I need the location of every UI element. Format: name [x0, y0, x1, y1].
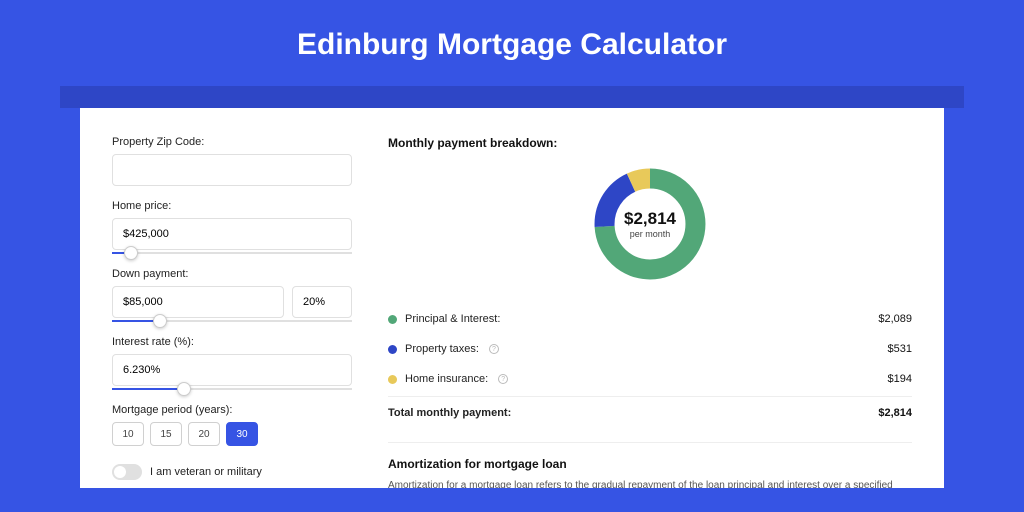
breakdown-row-taxes: Property taxes: ? $531: [388, 334, 912, 364]
donut-amount: $2,814: [624, 209, 676, 229]
down-payment-percent-input[interactable]: [292, 286, 352, 318]
veteran-label: I am veteran or military: [150, 466, 262, 478]
amortization-section: Amortization for mortgage loan Amortizat…: [388, 442, 912, 488]
calculator-card: Property Zip Code: Home price: Down paym…: [80, 108, 944, 488]
period-btn-10[interactable]: 10: [112, 422, 144, 446]
down-payment-slider[interactable]: [112, 320, 352, 322]
interest-rate-field: Interest rate (%):: [112, 336, 352, 390]
slider-handle[interactable]: [153, 314, 167, 328]
home-price-label: Home price:: [112, 200, 352, 212]
interest-rate-slider[interactable]: [112, 388, 352, 390]
interest-rate-input[interactable]: [112, 354, 352, 386]
slider-handle[interactable]: [124, 246, 138, 260]
period-btn-20[interactable]: 20: [188, 422, 220, 446]
dot-insurance-icon: [388, 375, 397, 384]
help-icon[interactable]: ?: [498, 374, 508, 384]
breakdown-row-principal: Principal & Interest: $2,089: [388, 304, 912, 334]
down-payment-label: Down payment:: [112, 268, 352, 280]
total-value: $2,814: [878, 407, 912, 419]
dot-principal-icon: [388, 315, 397, 324]
period-btn-15[interactable]: 15: [150, 422, 182, 446]
zip-field: Property Zip Code:: [112, 136, 352, 186]
mortgage-period-field: Mortgage period (years): 10 15 20 30: [112, 404, 352, 446]
breakdown-label: Property taxes:: [405, 343, 479, 355]
breakdown-value: $2,089: [878, 313, 912, 325]
donut-center: $2,814 per month: [590, 164, 710, 284]
breakdown-value: $194: [888, 373, 912, 385]
form-column: Property Zip Code: Home price: Down paym…: [112, 136, 352, 488]
slider-handle[interactable]: [177, 382, 191, 396]
total-label: Total monthly payment:: [388, 407, 511, 419]
amortization-text: Amortization for a mortgage loan refers …: [388, 479, 912, 488]
down-payment-amount-input[interactable]: [112, 286, 284, 318]
page-title: Edinburg Mortgage Calculator: [0, 0, 1024, 86]
veteran-toggle[interactable]: [112, 464, 142, 480]
breakdown-column: Monthly payment breakdown: $2,814 per mo…: [388, 136, 912, 488]
breakdown-title: Monthly payment breakdown:: [388, 136, 912, 150]
zip-label: Property Zip Code:: [112, 136, 352, 148]
donut-chart: $2,814 per month: [388, 164, 912, 284]
breakdown-label: Home insurance:: [405, 373, 488, 385]
breakdown-row-insurance: Home insurance: ? $194: [388, 364, 912, 394]
donut-sub: per month: [630, 229, 671, 239]
zip-input[interactable]: [112, 154, 352, 186]
breakdown-value: $531: [888, 343, 912, 355]
breakdown-label: Principal & Interest:: [405, 313, 500, 325]
interest-rate-label: Interest rate (%):: [112, 336, 352, 348]
dot-taxes-icon: [388, 345, 397, 354]
period-options: 10 15 20 30: [112, 422, 352, 446]
home-price-slider[interactable]: [112, 252, 352, 254]
help-icon[interactable]: ?: [489, 344, 499, 354]
mortgage-period-label: Mortgage period (years):: [112, 404, 352, 416]
accent-bar: [60, 86, 964, 108]
veteran-row: I am veteran or military: [112, 464, 352, 480]
amortization-title: Amortization for mortgage loan: [388, 457, 912, 471]
period-btn-30[interactable]: 30: [226, 422, 258, 446]
down-payment-field: Down payment:: [112, 268, 352, 322]
home-price-input[interactable]: [112, 218, 352, 250]
home-price-field: Home price:: [112, 200, 352, 254]
breakdown-row-total: Total monthly payment: $2,814: [388, 396, 912, 428]
